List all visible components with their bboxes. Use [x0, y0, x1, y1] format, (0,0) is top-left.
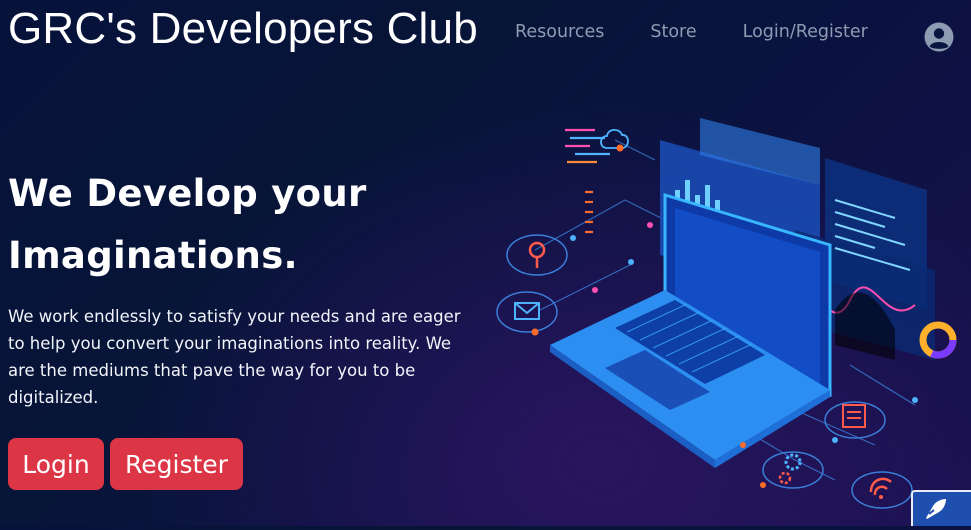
site-brand[interactable]: GRC's Developers Club — [8, 4, 478, 54]
user-circle-icon[interactable] — [924, 22, 954, 52]
document-badge-icon — [824, 401, 886, 439]
hero-title-line1: We Develop your — [8, 172, 367, 215]
register-button[interactable]: Register — [110, 438, 243, 490]
cloud-icon — [600, 128, 629, 149]
hero-illustration — [495, 100, 971, 526]
main-nav: Resources Store Login/Register — [515, 22, 868, 42]
hero-title: We Develop your Imaginations. — [8, 163, 367, 287]
hero-title-line2: Imaginations. — [8, 234, 298, 277]
login-button[interactable]: Login — [8, 438, 104, 490]
nav-store[interactable]: Store — [650, 22, 696, 42]
nav-resources[interactable]: Resources — [515, 22, 604, 42]
wifi-badge-icon — [851, 471, 913, 509]
nav-login-register[interactable]: Login/Register — [743, 22, 868, 42]
rocket-icon[interactable] — [911, 490, 971, 526]
mail-badge-icon — [496, 291, 558, 333]
hero-description: We work endlessly to satisfy your needs … — [8, 307, 461, 407]
search-badge-icon — [506, 234, 568, 276]
